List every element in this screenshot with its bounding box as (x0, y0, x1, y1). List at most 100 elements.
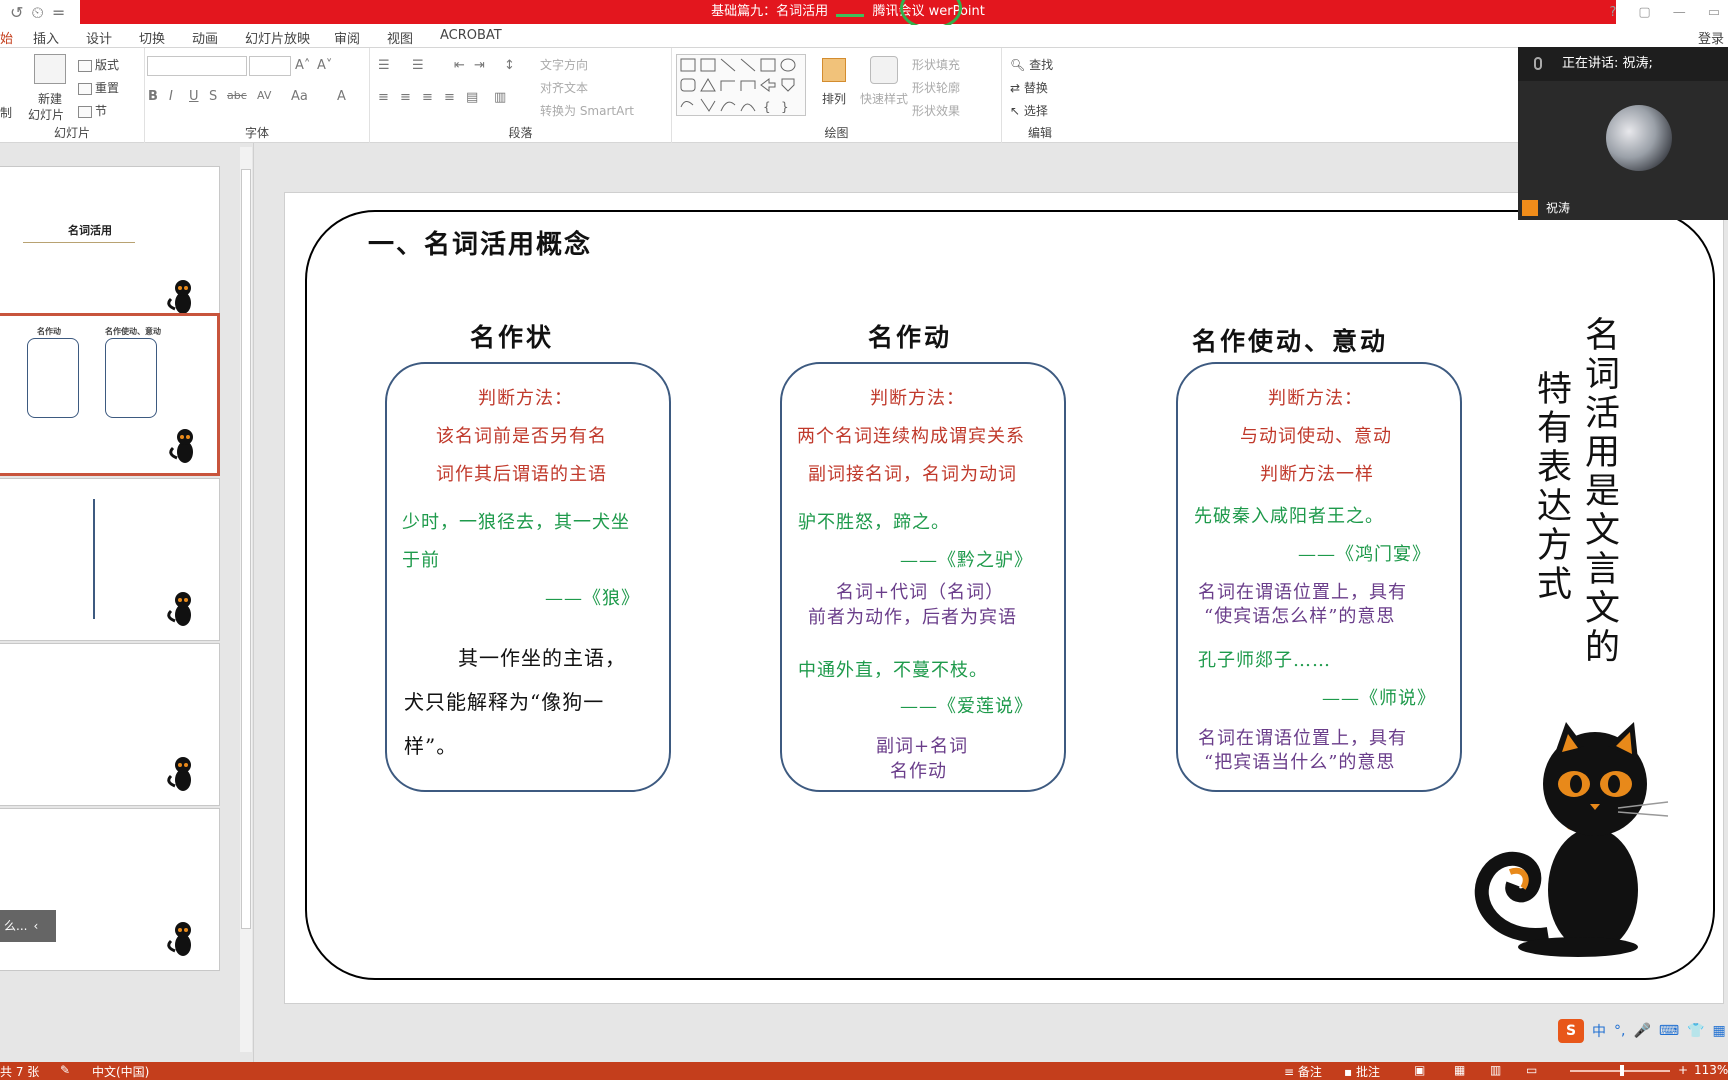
sogou-icon[interactable]: S (1558, 1019, 1584, 1043)
keyboard-icon[interactable]: ⌨ (1659, 1023, 1679, 1039)
font-size-combo[interactable] (249, 56, 291, 76)
align-left-icon[interactable]: ≡ (378, 90, 389, 105)
italic-button[interactable]: I (169, 89, 173, 104)
new-slide-button[interactable]: 新建 (38, 90, 62, 107)
align-text-button[interactable]: 对齐文本 (540, 79, 588, 96)
language-status[interactable]: 中文(中国) (92, 1063, 149, 1080)
underline-button[interactable]: U (189, 89, 199, 104)
zoom-in-button[interactable]: + (1678, 1063, 1688, 1077)
cat-icon (167, 280, 191, 314)
title-document: 基础篇九：名词活用 (711, 4, 829, 19)
col-1-explain-1: 其一作坐的主语， (458, 646, 626, 670)
group-font: A˄ A˅ B I U S abc AV Aa A 字体 (145, 48, 370, 143)
minimize-button[interactable]: — (1673, 5, 1686, 20)
shadow-button[interactable]: S (209, 89, 217, 104)
align-right-icon[interactable]: ≡ (422, 90, 433, 105)
shape-outline-button[interactable]: 形状轮廓 (912, 79, 960, 96)
slide-thumbnail-3[interactable] (0, 478, 220, 641)
reading-view-icon[interactable]: ▥ (1490, 1063, 1501, 1077)
shape-effects-button[interactable]: 形状效果 (912, 102, 960, 119)
tab-home[interactable]: 始 (0, 28, 13, 47)
tab-design[interactable]: 设计 (86, 28, 112, 47)
thumb-1-title: 名词活用 (68, 224, 112, 237)
col-3-example-1: 先破秦入咸阳者王之。 (1194, 506, 1384, 527)
cut-label[interactable]: 制 (0, 104, 12, 121)
login-link[interactable]: 登录 (1698, 28, 1724, 47)
collapse-panel-button[interactable]: 么... ‹ (0, 910, 56, 942)
select-button[interactable]: ↖ 选择 (1010, 102, 1048, 119)
section-button[interactable]: 节 (78, 102, 107, 119)
replace-button[interactable]: ⇄ 替换 (1010, 79, 1048, 96)
char-spacing-button[interactable]: AV (257, 89, 271, 102)
slideshow-icon[interactable]: ▭ (1526, 1063, 1537, 1077)
font-color-button[interactable]: A (337, 89, 346, 104)
layout-button[interactable]: 版式 (78, 56, 119, 73)
punctuation-icon[interactable]: °, (1614, 1023, 1625, 1039)
thumb-2-card-2 (105, 338, 157, 418)
timer-icon[interactable]: ⏲ (31, 3, 43, 23)
restore-button[interactable]: ▭ (1708, 5, 1720, 20)
notes-button[interactable]: ≡ 备注 (1284, 1063, 1322, 1080)
grow-font-button[interactable]: A˄ (295, 58, 310, 73)
shrink-font-button[interactable]: A˅ (317, 58, 332, 73)
voice-icon[interactable]: 🎤 (1633, 1023, 1650, 1039)
tab-review[interactable]: 审阅 (334, 28, 360, 47)
normal-view-icon[interactable]: ▣ (1414, 1063, 1425, 1077)
distributed-icon[interactable]: ▤ (466, 90, 478, 105)
find-button[interactable]: 🔍︎ 查找 (1010, 56, 1053, 73)
slide-thumbnail-1[interactable]: 名词活用 (0, 166, 220, 329)
bold-button[interactable]: B (148, 89, 158, 104)
slide-sorter-icon[interactable]: ▦ (1454, 1063, 1465, 1077)
tab-insert[interactable]: 插入 (33, 28, 59, 47)
zoom-slider-thumb[interactable] (1620, 1065, 1624, 1076)
decrease-indent-icon[interactable]: ⇤ (454, 58, 465, 73)
tab-transitions[interactable]: 切换 (139, 28, 165, 47)
increase-indent-icon[interactable]: ⇥ (474, 58, 485, 73)
col-1-rule-1: 该名词前是否另有名 (436, 426, 607, 447)
comments-label: 批注 (1355, 1065, 1380, 1079)
line-spacing-icon[interactable]: ↕ (504, 58, 515, 73)
col-3-source-1: ——《鸿门宴》 (1298, 544, 1431, 565)
bullets-icon[interactable]: ☰ (378, 58, 390, 73)
shapes-gallery[interactable]: { } (676, 54, 806, 116)
arrange-button[interactable]: 排列 (822, 90, 846, 107)
customize-icon[interactable]: = (52, 3, 65, 22)
undo-icon[interactable]: ↺ (10, 3, 23, 22)
ribbon-display-button[interactable]: ▢ (1638, 5, 1650, 20)
col-2-rule-2: 副词接名词，名词为动词 (808, 464, 1017, 485)
smartart-button[interactable]: 转换为 SmartArt (540, 102, 634, 119)
strikethrough-button[interactable]: abc (227, 89, 247, 102)
skin-icon[interactable]: 👕 (1687, 1023, 1704, 1039)
numbering-icon[interactable]: ☰ (412, 58, 424, 73)
spellcheck-icon[interactable]: ✎ (60, 1063, 70, 1077)
comments-button[interactable]: ▪ 批注 (1344, 1063, 1380, 1080)
reset-button[interactable]: 重置 (78, 79, 119, 96)
slide-thumbnail-4[interactable] (0, 643, 220, 806)
slide-thumbnail-5[interactable] (0, 808, 220, 971)
shapes-gallery-icons: { } (680, 58, 796, 114)
new-slide-button-2[interactable]: 幻灯片 (28, 106, 64, 123)
toolbox-icon[interactable]: ▦ (1713, 1023, 1726, 1039)
avatar (1606, 105, 1672, 171)
quick-styles-button[interactable]: 快速样式 (860, 90, 908, 107)
col-2-note-1a: 名词+代词（名词） (836, 582, 1005, 603)
slide-thumbnail-2[interactable]: 名作动 名作使动、意动 (0, 313, 220, 476)
tab-animations[interactable]: 动画 (192, 28, 218, 47)
columns-icon[interactable]: ▥ (494, 90, 506, 105)
ime-mode[interactable]: 中 (1592, 1021, 1606, 1041)
thumbnails-scrollbar[interactable] (240, 147, 252, 1052)
zoom-level[interactable]: 113% (1694, 1063, 1728, 1077)
justify-icon[interactable]: ≡ (444, 90, 455, 105)
text-direction-button[interactable]: 文字方向 (540, 56, 588, 73)
tab-acrobat[interactable]: ACROBAT (440, 28, 502, 43)
status-bar: 共 7 张 ✎ 中文(中国) ≡ 备注 ▪ 批注 ▣ ▦ ▥ ▭ + 113% (0, 1062, 1728, 1080)
thumbnails-scroll-thumb[interactable] (241, 169, 251, 929)
font-name-combo[interactable] (147, 56, 247, 76)
shape-fill-button[interactable]: 形状填充 (912, 56, 960, 73)
help-button[interactable]: ? (1610, 5, 1617, 20)
tab-slideshow[interactable]: 幻灯片放映 (245, 28, 310, 47)
tab-view[interactable]: 视图 (387, 28, 413, 47)
group-editing: 🔍︎ 查找 ⇄ 替换 ↖ 选择 编辑 (1002, 48, 1078, 143)
align-center-icon[interactable]: ≡ (400, 90, 411, 105)
change-case-button[interactable]: Aa (291, 89, 308, 104)
